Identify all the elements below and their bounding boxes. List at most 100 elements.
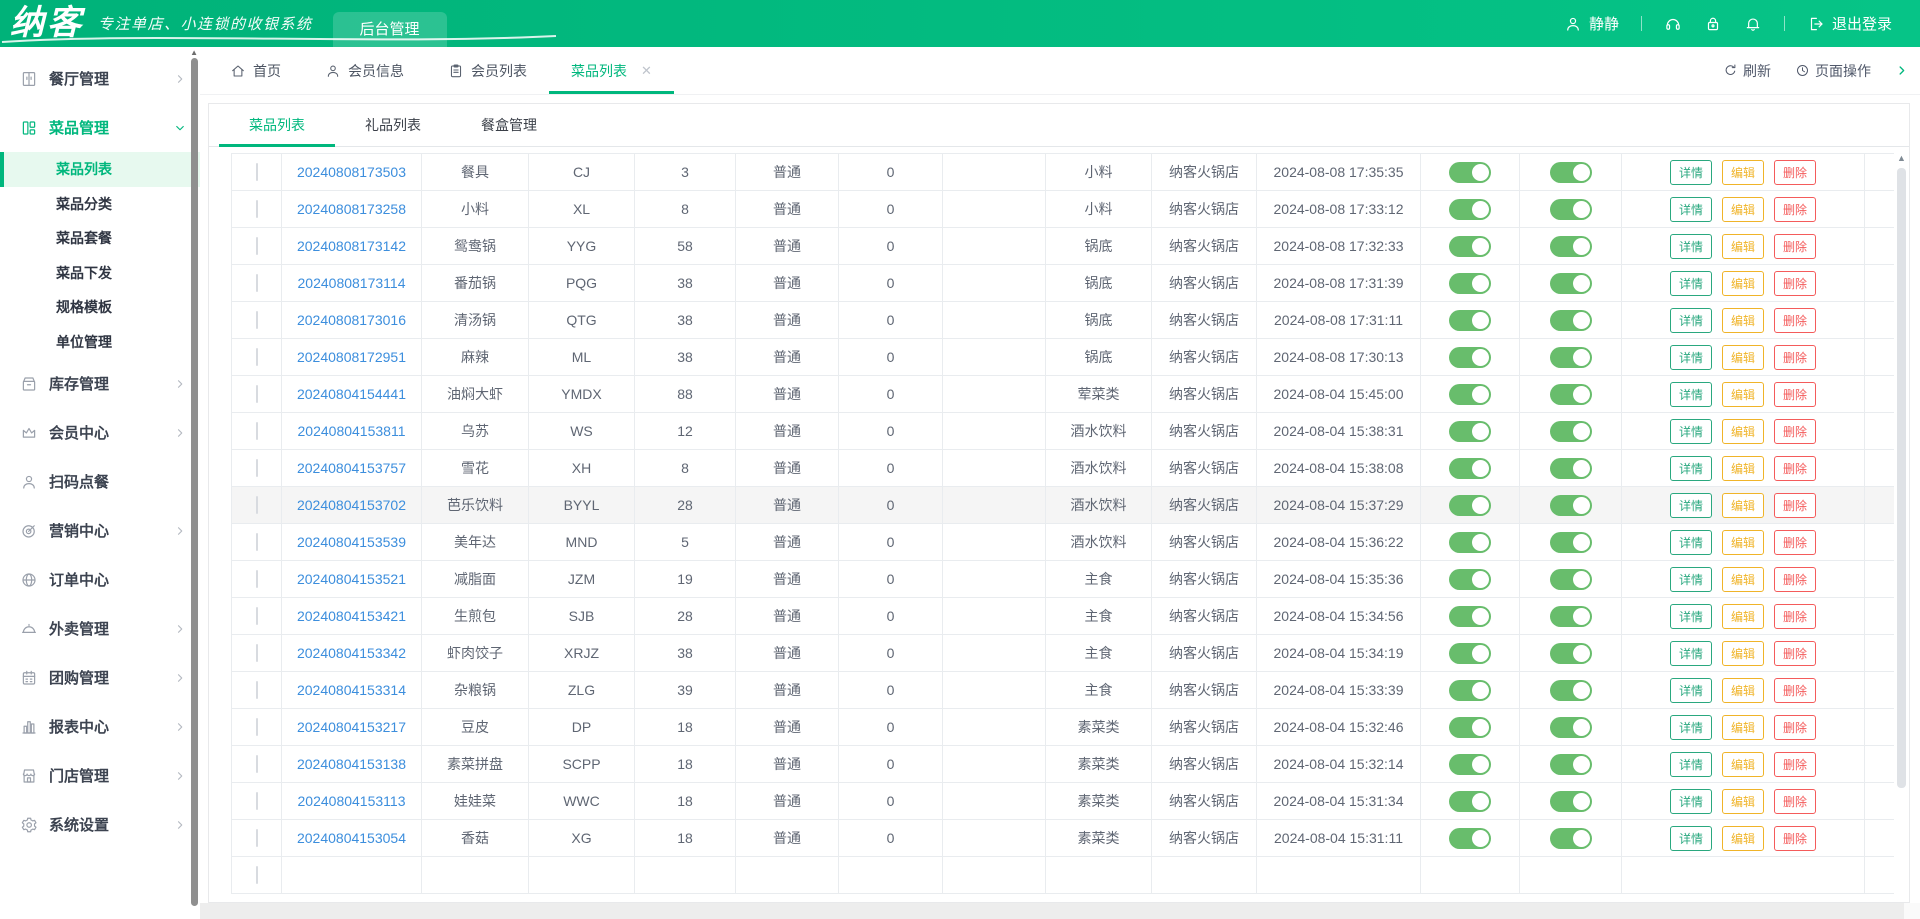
sidebar-subitem-spec-template[interactable]: 规格模板 [0,290,200,325]
sale-status-toggle[interactable] [1449,643,1491,664]
delete-button[interactable]: 删除 [1774,419,1816,444]
sidebar-subitem-dish-category[interactable]: 菜品分类 [0,187,200,222]
dish-code-link[interactable]: 20240808173114 [282,265,422,302]
delete-button[interactable]: 删除 [1774,678,1816,703]
delete-button[interactable]: 删除 [1774,826,1816,851]
edit-button[interactable]: 编辑 [1722,641,1764,666]
edit-button[interactable]: 编辑 [1722,382,1764,407]
sidebar-item-restaurant-mgmt[interactable]: 餐厅管理 [0,54,200,103]
sale-status-toggle[interactable] [1449,569,1491,590]
sidebar-item-order-center[interactable]: 订单中心 [0,555,200,604]
recommend-status-toggle[interactable] [1550,791,1592,812]
edit-button[interactable]: 编辑 [1722,715,1764,740]
detail-button[interactable]: 详情 [1670,456,1712,481]
row-checkbox[interactable] [256,681,258,699]
edit-button[interactable]: 编辑 [1722,493,1764,518]
edit-button[interactable]: 编辑 [1722,160,1764,185]
row-checkbox[interactable] [256,718,258,736]
dish-code-link[interactable]: 20240808173503 [282,154,422,191]
delete-button[interactable]: 删除 [1774,641,1816,666]
dish-code-link[interactable]: 20240804153539 [282,524,422,561]
recommend-status-toggle[interactable] [1550,828,1592,849]
recommend-status-toggle[interactable] [1550,680,1592,701]
detail-button[interactable]: 详情 [1670,419,1712,444]
row-checkbox[interactable] [256,348,258,366]
sale-status-toggle[interactable] [1449,680,1491,701]
row-checkbox[interactable] [256,755,258,773]
recommend-status-toggle[interactable] [1550,199,1592,220]
sale-status-toggle[interactable] [1449,199,1491,220]
detail-button[interactable]: 详情 [1670,826,1712,851]
delete-button[interactable]: 删除 [1774,197,1816,222]
delete-button[interactable]: 删除 [1774,493,1816,518]
sidebar-subitem-unit-mgmt[interactable]: 单位管理 [0,325,200,360]
scrollbar-thumb[interactable] [1897,168,1906,788]
recommend-status-toggle[interactable] [1550,273,1592,294]
headset-icon[interactable] [1664,15,1682,33]
detail-button[interactable]: 详情 [1670,234,1712,259]
sidebar-item-report-center[interactable]: 报表中心 [0,702,200,751]
row-checkbox[interactable] [256,274,258,292]
detail-button[interactable]: 详情 [1670,271,1712,296]
delete-button[interactable]: 删除 [1774,567,1816,592]
sale-status-toggle[interactable] [1449,273,1491,294]
edit-button[interactable]: 编辑 [1722,345,1764,370]
delete-button[interactable]: 删除 [1774,456,1816,481]
row-checkbox[interactable] [256,311,258,329]
row-checkbox[interactable] [256,496,258,514]
edit-button[interactable]: 编辑 [1722,419,1764,444]
sale-status-toggle[interactable] [1449,828,1491,849]
tab-member-list[interactable]: 会员列表 [426,47,549,94]
recommend-status-toggle[interactable] [1550,495,1592,516]
dish-code-link[interactable]: 20240804153421 [282,598,422,635]
sidebar-item-store-mgmt[interactable]: 门店管理 [0,751,200,800]
sale-status-toggle[interactable] [1449,236,1491,257]
tab-dish-list[interactable]: 菜品列表✕ [549,47,674,94]
dish-code-link[interactable]: 20240808173258 [282,191,422,228]
detail-button[interactable]: 详情 [1670,641,1712,666]
recommend-status-toggle[interactable] [1550,310,1592,331]
sale-status-toggle[interactable] [1449,162,1491,183]
sale-status-toggle[interactable] [1449,310,1491,331]
sidebar-scrollbar[interactable] [191,58,198,906]
row-checkbox[interactable] [256,237,258,255]
recommend-status-toggle[interactable] [1550,347,1592,368]
delete-button[interactable]: 删除 [1774,789,1816,814]
recommend-status-toggle[interactable] [1550,236,1592,257]
delete-button[interactable]: 删除 [1774,382,1816,407]
detail-button[interactable]: 详情 [1670,604,1712,629]
row-checkbox[interactable] [256,422,258,440]
dish-code-link[interactable]: 20240804153314 [282,672,422,709]
sidebar-item-member-center[interactable]: 会员中心 [0,408,200,457]
subtab-mealbox-mgmt[interactable]: 餐盒管理 [451,104,567,146]
sale-status-toggle[interactable] [1449,347,1491,368]
detail-button[interactable]: 详情 [1670,752,1712,777]
edit-button[interactable]: 编辑 [1722,826,1764,851]
sale-status-toggle[interactable] [1449,606,1491,627]
sale-status-toggle[interactable] [1449,791,1491,812]
recommend-status-toggle[interactable] [1550,384,1592,405]
bell-icon[interactable] [1744,15,1762,33]
sidebar-item-scan-order[interactable]: 扫码点餐 [0,457,200,506]
row-checkbox[interactable] [256,459,258,477]
edit-button[interactable]: 编辑 [1722,234,1764,259]
tab-home[interactable]: 首页 [208,47,303,94]
delete-button[interactable]: 删除 [1774,530,1816,555]
sidebar-item-inventory-mgmt[interactable]: 库存管理 [0,359,200,408]
recommend-status-toggle[interactable] [1550,643,1592,664]
dish-code-link[interactable]: 20240808173142 [282,228,422,265]
dish-code-link[interactable]: 20240804153811 [282,413,422,450]
refresh-button[interactable]: 刷新 [1723,61,1771,81]
delete-button[interactable]: 删除 [1774,271,1816,296]
dish-code-link[interactable]: 20240804153217 [282,709,422,746]
row-checkbox[interactable] [256,385,258,403]
sale-status-toggle[interactable] [1449,495,1491,516]
edit-button[interactable]: 编辑 [1722,567,1764,592]
detail-button[interactable]: 详情 [1670,493,1712,518]
detail-button[interactable]: 详情 [1670,197,1712,222]
delete-button[interactable]: 删除 [1774,308,1816,333]
recommend-status-toggle[interactable] [1550,717,1592,738]
lock-icon[interactable] [1704,15,1722,33]
sidebar-subitem-dish-list[interactable]: 菜品列表 [0,152,200,187]
dish-code-link[interactable]: 20240804153138 [282,746,422,783]
